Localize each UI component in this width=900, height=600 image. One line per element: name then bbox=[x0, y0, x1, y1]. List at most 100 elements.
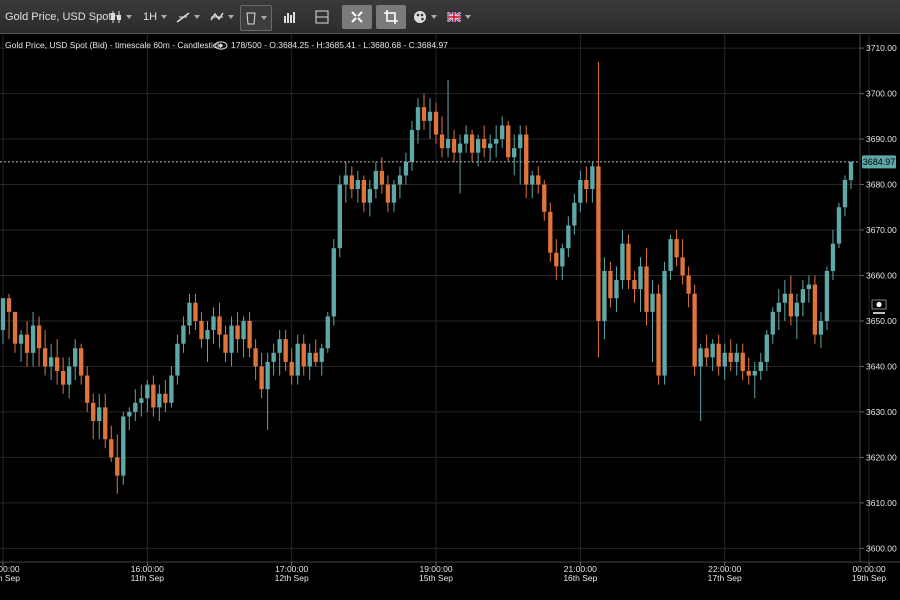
candle bbox=[48, 343, 54, 381]
crosshair-marker-icon[interactable] bbox=[871, 299, 887, 314]
indicators-button[interactable] bbox=[210, 5, 234, 29]
chevron-down-icon bbox=[161, 15, 168, 19]
candle-body bbox=[475, 139, 481, 153]
candle bbox=[590, 161, 595, 203]
candle bbox=[337, 175, 342, 258]
candle-body bbox=[656, 293, 661, 376]
candle-body bbox=[542, 184, 547, 212]
candle-body bbox=[271, 352, 276, 362]
candle bbox=[30, 311, 36, 367]
chevron-down-icon bbox=[465, 15, 471, 19]
candle bbox=[596, 61, 601, 358]
candle bbox=[439, 116, 445, 158]
candle bbox=[578, 170, 583, 212]
candle-body bbox=[680, 257, 685, 276]
candle-body bbox=[722, 352, 727, 367]
candle bbox=[157, 384, 162, 422]
candle bbox=[536, 166, 541, 194]
candle bbox=[169, 366, 174, 408]
candle bbox=[12, 311, 18, 353]
candle-body bbox=[319, 348, 324, 362]
language-button[interactable] bbox=[447, 5, 471, 29]
layout-button[interactable] bbox=[315, 5, 329, 29]
candle-body bbox=[626, 243, 631, 281]
candle-body bbox=[145, 384, 150, 399]
candle bbox=[385, 175, 391, 212]
symbol-selector[interactable]: Gold Price, USD Spot bbox=[5, 5, 122, 29]
candle bbox=[247, 311, 252, 358]
x-tick-date: 12th Sep bbox=[275, 573, 309, 583]
candle-body bbox=[217, 316, 222, 335]
uk-flag-icon bbox=[447, 12, 461, 22]
candle bbox=[512, 134, 517, 176]
time-axis[interactable]: 15:00:0010th Sep16:00:0011th Sep17:00:00… bbox=[0, 562, 900, 583]
layout-icon bbox=[315, 10, 329, 24]
candle bbox=[794, 293, 800, 340]
candle bbox=[235, 311, 240, 353]
candle bbox=[193, 293, 198, 331]
draw-tools-button[interactable] bbox=[176, 5, 200, 29]
candle-body bbox=[806, 284, 812, 290]
shape-tools-button[interactable] bbox=[240, 5, 272, 31]
x-tick-date: 15th Sep bbox=[419, 573, 453, 583]
candle bbox=[674, 230, 679, 267]
candle-body bbox=[259, 366, 264, 390]
x-tick-date: 17th Sep bbox=[708, 573, 742, 583]
candle-body bbox=[133, 402, 138, 412]
fullscreen-button[interactable] bbox=[342, 5, 372, 29]
candle-body bbox=[800, 289, 806, 303]
candle bbox=[554, 239, 559, 281]
candle-body bbox=[614, 280, 619, 299]
candle bbox=[493, 125, 499, 158]
candle-body bbox=[433, 111, 439, 135]
crop-button[interactable] bbox=[376, 5, 406, 29]
chart-type-selector[interactable] bbox=[110, 5, 132, 29]
candle-body bbox=[253, 348, 258, 367]
candle bbox=[307, 343, 312, 381]
y-tick-label: 3630.00 bbox=[866, 407, 897, 417]
candle-body bbox=[620, 243, 625, 281]
candle-body bbox=[18, 334, 24, 344]
candle-body bbox=[115, 457, 120, 476]
candle-body bbox=[415, 107, 421, 130]
candle-body bbox=[650, 293, 655, 312]
price-axis[interactable]: 3710.00 3700.00 3690.00 3680.00 3670.00 3660.… bbox=[860, 43, 897, 553]
candle-body bbox=[572, 202, 577, 226]
candle-body bbox=[848, 161, 854, 180]
candle bbox=[818, 311, 824, 349]
fullscreen-icon bbox=[351, 11, 363, 23]
candle bbox=[638, 257, 643, 312]
candle-body bbox=[36, 325, 42, 349]
candle bbox=[85, 366, 90, 412]
candle bbox=[770, 307, 775, 344]
y-tick-label: 3660.00 bbox=[866, 270, 897, 280]
candle-body bbox=[734, 352, 739, 362]
candle bbox=[842, 175, 848, 217]
candle-body bbox=[463, 134, 469, 144]
candle bbox=[740, 343, 745, 381]
candle bbox=[103, 393, 108, 449]
candle bbox=[145, 380, 150, 412]
candle-body bbox=[566, 225, 571, 249]
crop-icon bbox=[384, 10, 398, 24]
candlestick-chart[interactable]: 3710.00 3700.00 3690.00 3680.00 3670.00 3660.… bbox=[0, 34, 900, 600]
candle bbox=[668, 234, 673, 281]
interval-selector[interactable]: 1H bbox=[143, 5, 168, 29]
candle-body bbox=[6, 298, 12, 312]
candle bbox=[355, 170, 361, 203]
theme-button[interactable] bbox=[413, 5, 437, 29]
x-tick-date: 19th Sep bbox=[852, 573, 886, 583]
volume-button[interactable] bbox=[283, 5, 295, 29]
candle bbox=[277, 330, 282, 376]
indicator-icon bbox=[210, 12, 224, 21]
candle bbox=[518, 125, 523, 185]
candle-body bbox=[289, 361, 294, 376]
candle-body bbox=[638, 266, 643, 290]
candle-body bbox=[764, 334, 769, 362]
y-tick-label: 3600.00 bbox=[866, 543, 897, 553]
candle bbox=[812, 275, 818, 344]
candle-body bbox=[644, 266, 649, 312]
candle bbox=[121, 411, 126, 485]
candle-body bbox=[79, 348, 84, 376]
candle-body bbox=[247, 320, 252, 349]
